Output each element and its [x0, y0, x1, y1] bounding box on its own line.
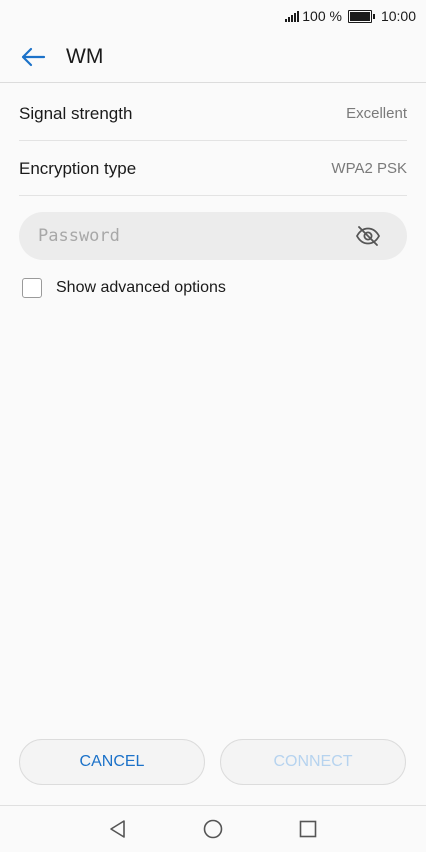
arrow-left-icon[interactable] — [18, 42, 48, 72]
password-input[interactable] — [19, 211, 353, 261]
encryption-type-value: WPA2 PSK — [331, 160, 407, 177]
app-header: WM — [0, 32, 426, 83]
battery-percent: 100 % — [302, 8, 342, 24]
divider — [19, 195, 407, 196]
encryption-type-row: Encryption type WPA2 PSK — [19, 141, 407, 196]
signal-strength-label: Signal strength — [19, 103, 133, 123]
cancel-button[interactable]: CANCEL — [19, 739, 205, 785]
wifi-connect-screen: 100 % 10:00 WM Signal strength Excellent… — [0, 0, 426, 852]
advanced-options-checkbox[interactable] — [22, 278, 42, 298]
advanced-options-row[interactable]: Show advanced options — [22, 276, 226, 300]
page-title: WM — [66, 45, 104, 68]
system-nav-bar — [0, 805, 426, 852]
advanced-options-label[interactable]: Show advanced options — [56, 279, 226, 297]
connect-button[interactable]: CONNECT — [220, 739, 406, 785]
signal-icon — [285, 10, 300, 22]
nav-home-icon[interactable] — [202, 818, 224, 840]
nav-back-icon[interactable] — [107, 818, 129, 840]
password-field-container — [19, 211, 407, 261]
signal-strength-row: Signal strength Excellent — [19, 86, 407, 141]
status-bar: 100 % 10:00 — [0, 0, 426, 32]
eye-off-icon[interactable] — [353, 221, 383, 251]
clock: 10:00 — [380, 8, 416, 24]
battery-icon — [347, 9, 375, 23]
signal-strength-value: Excellent — [346, 105, 407, 122]
nav-recents-icon[interactable] — [297, 818, 319, 840]
encryption-type-label: Encryption type — [19, 158, 137, 178]
